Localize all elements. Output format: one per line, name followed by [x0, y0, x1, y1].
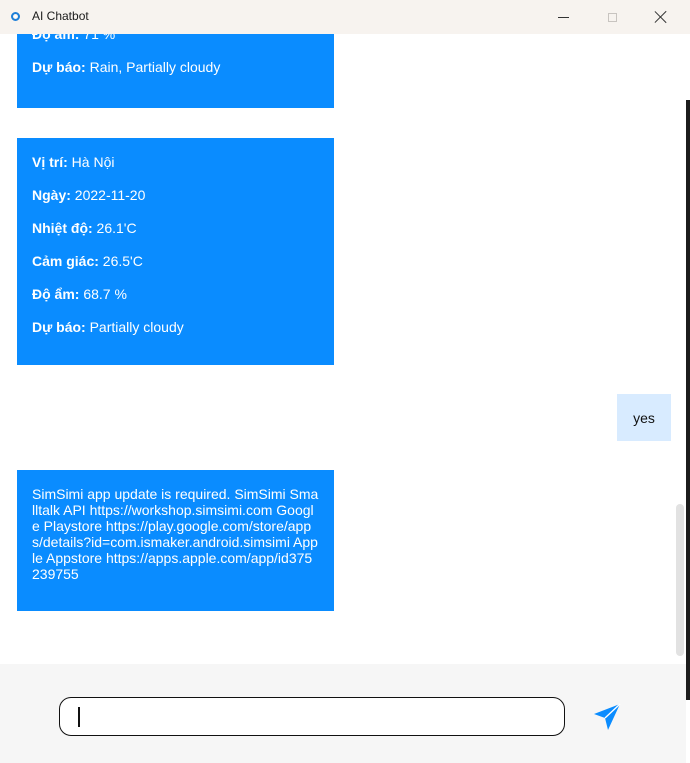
field-value: 71 %	[79, 34, 116, 42]
bot-message-weather-2: Vị trí: Hà Nội Ngày: 2022-11-20 Nhiệt độ…	[17, 138, 334, 365]
message-input[interactable]	[59, 697, 565, 736]
field-value: 26.1'C	[92, 220, 137, 236]
composer-bar	[0, 664, 686, 763]
maximize-button[interactable]	[589, 0, 635, 34]
field-label: Nhiệt độ:	[32, 220, 93, 236]
field-value: Partially cloudy	[85, 319, 184, 335]
field-label: Dự báo:	[32, 319, 86, 335]
weather-feels-like-line: Cảm giác: 26.5'C	[32, 251, 319, 271]
weather-date-line: Ngày: 2022-11-20	[32, 185, 319, 205]
bot-message-simsimi: SimSimi app update is required. SimSimi …	[17, 470, 334, 611]
field-label: Cảm giác:	[32, 253, 99, 269]
send-paper-plane-icon	[594, 703, 621, 730]
weather-humidity-line: Độ ẩm: 68.7 %	[32, 284, 319, 304]
bot-message-weather-1: Độ ẩm: 71 % Dự báo: Rain, Partially clou…	[17, 34, 334, 108]
field-value: Hà Nội	[67, 154, 115, 170]
field-value: 68.7 %	[79, 286, 127, 302]
field-value: 2022-11-20	[70, 187, 146, 203]
weather-temperature-line: Nhiệt độ: 26.1'C	[32, 218, 319, 238]
weather-forecast-line: Dự báo: Partially cloudy	[32, 317, 319, 337]
chatbot-window: AI Chatbot Độ ẩm: 71 % Dự báo: Rain, Par…	[0, 0, 690, 763]
field-value: Rain, Partially cloudy	[85, 59, 221, 75]
field-label: Độ ẩm:	[32, 286, 80, 302]
bot-message-text: SimSimi app update is required. SimSimi …	[32, 486, 319, 582]
field-label: Vị trí:	[32, 154, 68, 170]
field-label: Dự báo:	[32, 59, 86, 75]
field-label: Ngày:	[32, 187, 71, 203]
field-label: Độ ẩm:	[32, 34, 80, 42]
send-button[interactable]	[590, 702, 624, 732]
close-button[interactable]	[638, 0, 684, 34]
window-edge	[686, 100, 690, 700]
close-icon	[654, 10, 668, 24]
weather-location-line: Vị trí: Hà Nội	[32, 152, 319, 172]
field-value: 26.5'C	[98, 253, 143, 269]
title-bar: AI Chatbot	[0, 0, 690, 34]
user-message: yes	[617, 394, 671, 441]
weather-humidity-line: Độ ẩm: 71 %	[32, 34, 319, 44]
minimize-button[interactable]	[540, 0, 586, 34]
text-caret	[78, 707, 80, 727]
chat-message-list[interactable]: Độ ẩm: 71 % Dự báo: Rain, Partially clou…	[0, 34, 686, 664]
minimize-icon	[557, 16, 569, 18]
app-logo-icon	[11, 12, 20, 21]
maximize-icon	[607, 12, 617, 22]
chat-scrollbar[interactable]	[676, 504, 684, 656]
weather-forecast-line: Dự báo: Rain, Partially cloudy	[32, 57, 319, 77]
window-title: AI Chatbot	[32, 9, 89, 23]
